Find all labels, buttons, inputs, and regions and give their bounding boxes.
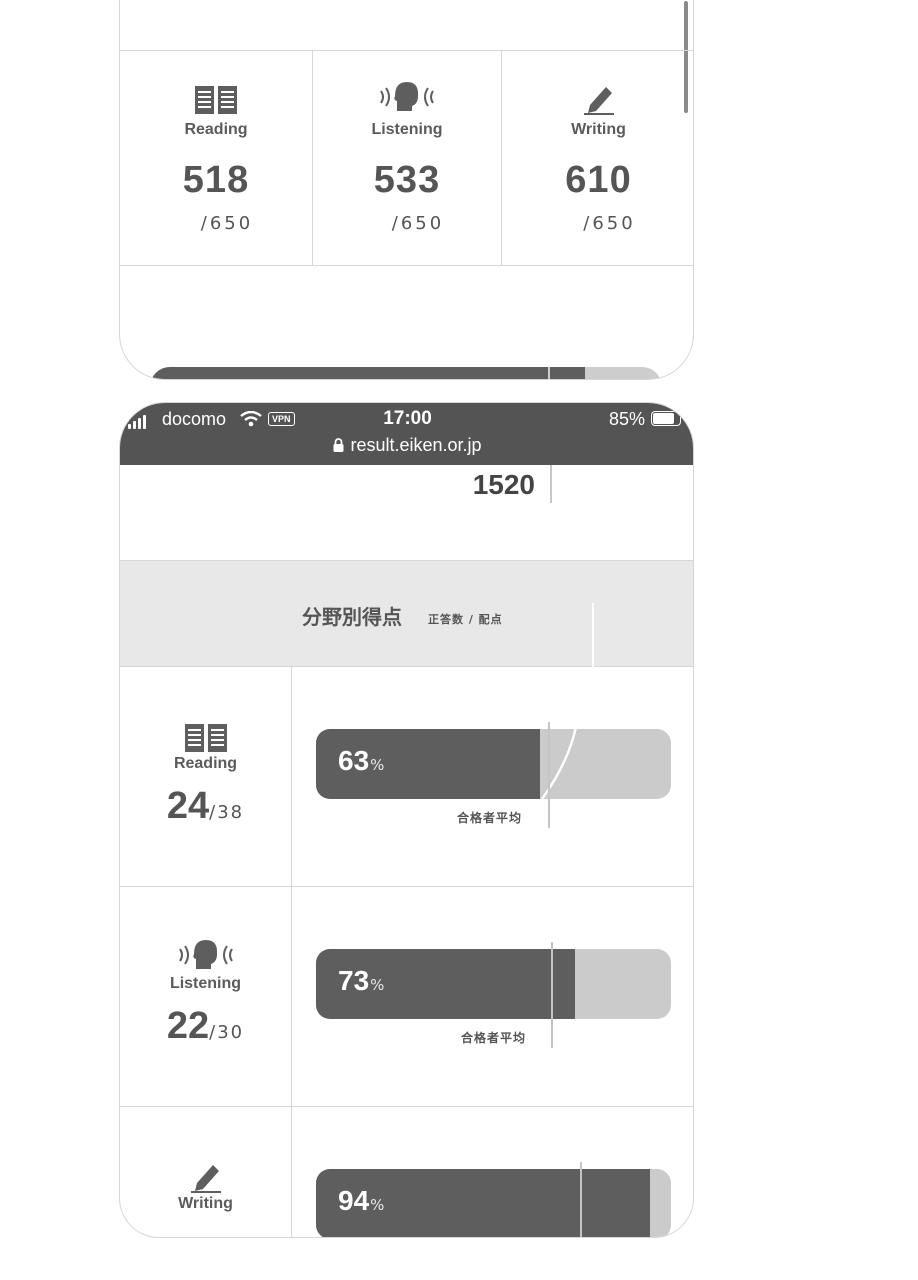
status-bar: docomo VPN 17:00 85% result.eiken.or.jp <box>120 403 693 465</box>
phone-screenshot: docomo VPN 17:00 85% result.eiken.or.jp … <box>119 402 694 1238</box>
average-line <box>548 722 550 828</box>
total-score-bar-fill <box>150 367 586 379</box>
skill-score: 518 <box>182 159 250 201</box>
pencil-icon <box>120 1155 291 1193</box>
pencil-icon <box>502 79 693 115</box>
skill-info: Reading 24/38 <box>120 667 292 886</box>
address-bar[interactable]: result.eiken.or.jp <box>120 435 693 457</box>
skill-label: Listening <box>169 975 242 992</box>
book-icon <box>120 79 312 115</box>
max-count: /38 <box>209 802 245 823</box>
url-text: result.eiken.or.jp <box>350 435 482 455</box>
book-icon <box>120 715 291 753</box>
correct-count: 22 <box>166 1005 210 1047</box>
average-line <box>551 942 553 1048</box>
percent-value: 73% <box>338 965 385 996</box>
lock-icon <box>333 436 344 457</box>
skill-score: 533 <box>373 159 441 201</box>
skill-cell-writing: Writing 610 /650 <box>502 51 693 265</box>
skill-cell-reading: Reading 518 /650 <box>120 51 313 265</box>
skill-score: 22/30 <box>120 1005 291 1048</box>
skill-max: /650 <box>583 213 636 234</box>
battery-percent: 85% <box>608 409 645 429</box>
score-summary-card: Reading 518 /650 Listening 533 /650 Writ… <box>119 0 694 380</box>
skill-score-grid: Reading 518 /650 Listening 533 /650 Writ… <box>120 50 693 266</box>
skill-max: /650 <box>391 213 445 234</box>
average-line <box>580 1162 582 1237</box>
average-label: 合格者平均 <box>461 1031 527 1045</box>
skill-row-writing: Writing 94% <box>120 1107 693 1237</box>
skill-label: Listening <box>371 121 443 138</box>
skill-max: /650 <box>200 213 254 234</box>
skill-label: Reading <box>184 121 248 138</box>
skill-score: 610 <box>565 159 632 201</box>
total-score-bar <box>150 367 662 379</box>
percent-value: 94% <box>338 1185 385 1216</box>
section-title: 分野別得点 <box>302 605 402 629</box>
listening-head-icon <box>120 935 291 973</box>
max-count: /30 <box>209 1022 245 1043</box>
average-marker <box>548 367 550 379</box>
total-score: 1520 <box>472 469 535 500</box>
skill-row-reading: Reading 24/38 63% 合格者平均 <box>120 667 693 887</box>
skill-label: Reading <box>173 755 238 772</box>
skill-row-listening: Listening 22/30 73% 合格者平均 <box>120 887 693 1107</box>
skill-label: Writing <box>571 121 626 138</box>
correct-count: 24 <box>166 785 210 827</box>
listening-head-icon <box>313 79 501 115</box>
skill-info: Writing <box>120 1107 292 1237</box>
percent-bar: 73% <box>316 949 671 1019</box>
skill-cell-listening: Listening 533 /650 <box>313 51 502 265</box>
total-score-row: 1520 <box>120 465 693 561</box>
battery-icon <box>651 411 681 426</box>
percent-value: 63% <box>338 745 385 776</box>
section-subtitle: 正答数 / 配点 <box>428 613 503 626</box>
clock: 17:00 <box>383 408 432 429</box>
section-header: 分野別得点 正答数 / 配点 <box>120 561 693 667</box>
skill-info: Listening 22/30 <box>120 887 292 1106</box>
average-label: 合格者平均 <box>457 811 523 825</box>
percent-bar: 94% <box>316 1169 671 1237</box>
percent-bar: 63% <box>316 729 671 799</box>
skill-score: 24/38 <box>120 785 291 828</box>
average-marker <box>550 465 552 503</box>
skill-label: Writing <box>178 1195 233 1212</box>
average-marker <box>592 603 594 667</box>
average-curve <box>541 726 578 800</box>
